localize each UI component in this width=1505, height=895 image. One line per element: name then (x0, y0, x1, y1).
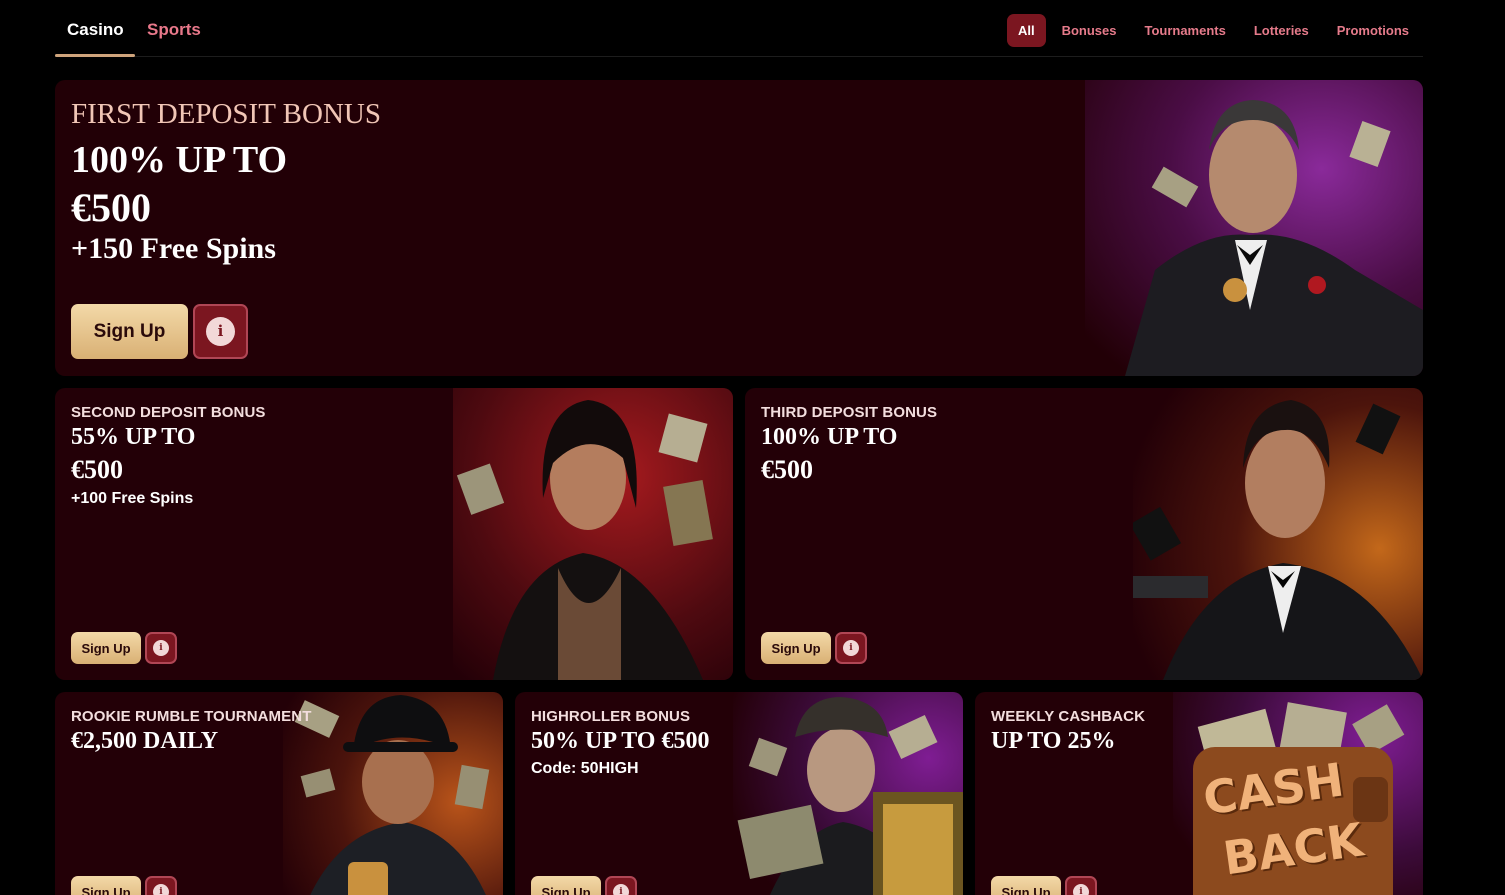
weekly-cashback-offer: UP TO 25% (991, 728, 1116, 754)
info-icon: i (1072, 883, 1090, 895)
rookie-rumble-card: ROOKIE RUMBLE TOURNAMENT €2,500 DAILY Si… (55, 692, 503, 895)
filter-lotteries[interactable]: Lotteries (1240, 14, 1323, 47)
tab-casino[interactable]: Casino (67, 20, 124, 40)
filter-tournaments[interactable]: Tournaments (1130, 14, 1239, 47)
tab-sports[interactable]: Sports (147, 20, 201, 40)
third-bonus-amount-line2: €500 (761, 455, 813, 484)
highroller-signup-button[interactable]: Sign Up (531, 876, 601, 895)
weekly-cashback-title: WEEKLY CASHBACK (991, 708, 1146, 725)
info-icon: i (205, 316, 236, 347)
filter-all[interactable]: All (1006, 14, 1046, 47)
highroller-info-button[interactable]: i (605, 876, 637, 895)
weekly-cashback-card: CASH BACK WEEKLY CASHBACK UP TO 25% Sign… (975, 692, 1423, 895)
second-bonus-amount-line1: 55% UP TO (71, 424, 196, 450)
highroller-title: HIGHROLLER BONUS (531, 708, 691, 725)
rookie-signup-button[interactable]: Sign Up (71, 876, 141, 895)
highroller-offer: 50% UP TO €500 (531, 728, 710, 754)
first-signup-button[interactable]: Sign Up (71, 304, 188, 359)
cashback-info-button[interactable]: i (1065, 876, 1097, 895)
rookie-info-button[interactable]: i (145, 876, 177, 895)
mobster-with-cup-illustration (283, 692, 503, 895)
third-deposit-card: THIRD DEPOSIT BONUS 100% UP TO €500 Sign… (745, 388, 1423, 680)
third-bonus-amount-line1: 100% UP TO (761, 424, 898, 450)
godfather-illustration (1085, 80, 1423, 376)
first-bonus-free-spins: +150 Free Spins (71, 232, 276, 265)
second-info-button[interactable]: i (145, 632, 177, 664)
promo-filter-bar: All Bonuses Tournaments Lotteries Promot… (1006, 14, 1423, 47)
third-info-button[interactable]: i (835, 632, 867, 664)
first-info-button[interactable]: i (193, 304, 248, 359)
rookie-rumble-title: ROOKIE RUMBLE TOURNAMENT (71, 708, 312, 725)
highroller-card: HIGHROLLER BONUS 50% UP TO €500 Code: 50… (515, 692, 963, 895)
info-icon: i (152, 883, 170, 895)
info-icon: i (612, 883, 630, 895)
first-bonus-title: FIRST DEPOSIT BONUS (71, 98, 381, 130)
top-navigation: Casino Sports All Bonuses Tournaments Lo… (55, 0, 1423, 57)
second-signup-button[interactable]: Sign Up (71, 632, 141, 664)
woman-with-cash-illustration (453, 388, 733, 680)
second-bonus-amount-line2: €500 (71, 455, 123, 484)
man-with-gun-illustration (1133, 388, 1423, 680)
filter-promotions[interactable]: Promotions (1323, 14, 1423, 47)
second-deposit-card: SECOND DEPOSIT BONUS 55% UP TO €500 +100… (55, 388, 733, 680)
second-bonus-free-spins: +100 Free Spins (71, 490, 194, 507)
first-deposit-card: FIRST DEPOSIT BONUS 100% UP TO €500 +150… (55, 80, 1423, 376)
first-bonus-amount-line2: €500 (71, 185, 151, 230)
cashback-wallet-illustration: CASH BACK (1173, 692, 1423, 895)
active-tab-indicator (55, 54, 135, 57)
filter-bonuses[interactable]: Bonuses (1048, 14, 1131, 47)
info-icon: i (842, 639, 860, 657)
third-signup-button[interactable]: Sign Up (761, 632, 831, 664)
rookie-rumble-prize: €2,500 DAILY (71, 728, 219, 754)
cashback-signup-button[interactable]: Sign Up (991, 876, 1061, 895)
info-icon: i (152, 639, 170, 657)
old-man-with-cash-illustration (733, 692, 963, 895)
highroller-code: Code: 50HIGH (531, 760, 639, 777)
third-bonus-title: THIRD DEPOSIT BONUS (761, 404, 938, 421)
second-bonus-title: SECOND DEPOSIT BONUS (71, 404, 266, 421)
first-bonus-amount-line1: 100% UP TO (71, 139, 288, 181)
